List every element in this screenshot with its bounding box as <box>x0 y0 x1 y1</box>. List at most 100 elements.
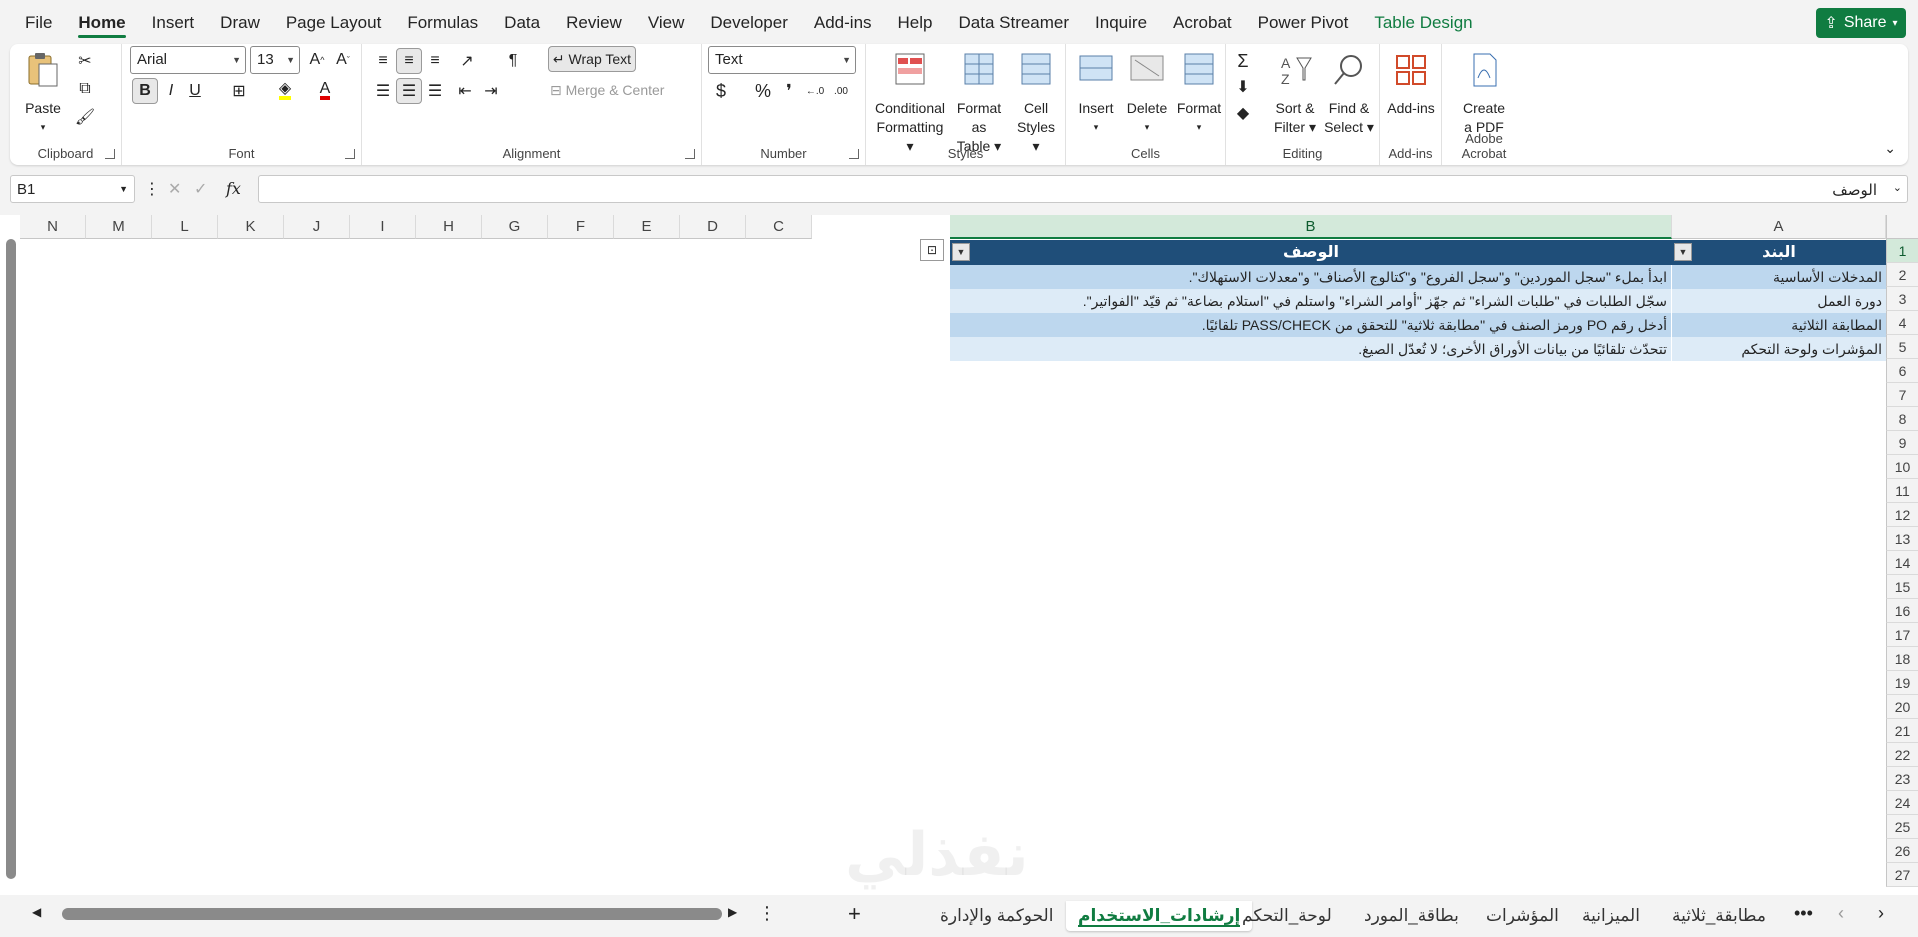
sheet-tab[interactable]: لوحة_التحكم <box>1230 901 1344 931</box>
row-header-21[interactable]: 21 <box>1886 719 1918 743</box>
menu-tab-acrobat[interactable]: Acrobat <box>1160 0 1245 44</box>
column-header-f[interactable]: F <box>548 215 614 239</box>
row-header-4[interactable]: 4 <box>1886 311 1918 335</box>
row-header-7[interactable]: 7 <box>1886 383 1918 407</box>
row-header-20[interactable]: 20 <box>1886 695 1918 719</box>
menu-tab-formulas[interactable]: Formulas <box>394 0 491 44</box>
more-sheets-icon[interactable]: ••• <box>1794 903 1813 924</box>
paste-button[interactable]: Paste ▾ <box>18 50 68 137</box>
column-header-a[interactable]: A <box>1672 215 1886 239</box>
menu-tab-table-design[interactable]: Table Design <box>1361 0 1485 44</box>
column-header-e[interactable]: E <box>614 215 680 239</box>
align-bottom-icon[interactable]: ≡ <box>422 48 448 74</box>
row-header-5[interactable]: 5 <box>1886 335 1918 359</box>
table-header-description[interactable]: الوصف ▼ <box>950 240 1672 265</box>
cancel-icon[interactable]: ✕ <box>168 179 181 199</box>
row-header-26[interactable]: 26 <box>1886 839 1918 863</box>
filter-dropdown-icon[interactable]: ▼ <box>952 243 970 261</box>
decrease-indent-icon[interactable]: ⇤ <box>452 78 478 104</box>
menu-tab-insert[interactable]: Insert <box>139 0 208 44</box>
table-cell-description[interactable]: تتحدّث تلقائيًا من بيانات الأوراق الأخرى… <box>950 337 1672 361</box>
underline-button[interactable]: U <box>182 78 208 104</box>
chevron-right-icon[interactable]: › <box>1878 903 1884 924</box>
text-direction-icon[interactable]: ¶ <box>500 48 526 74</box>
sheet-tab[interactable]: الميزانية <box>1570 901 1652 931</box>
font-launcher-icon[interactable] <box>345 149 355 159</box>
merge-center-button[interactable]: ⊟ Merge & Center <box>550 82 664 99</box>
more-icon[interactable]: ⋮ <box>758 903 776 924</box>
row-header-25[interactable]: 25 <box>1886 815 1918 839</box>
clipboard-launcher-icon[interactable] <box>105 149 115 159</box>
fill-icon[interactable]: ⬇ <box>1230 74 1256 100</box>
menu-tab-page-layout[interactable]: Page Layout <box>273 0 394 44</box>
increase-indent-icon[interactable]: ⇥ <box>478 78 504 104</box>
column-header-g[interactable]: G <box>482 215 548 239</box>
scroll-left-icon[interactable]: ◀ <box>32 905 41 919</box>
align-left-icon[interactable]: ☰ <box>370 78 396 104</box>
cut-icon[interactable]: ✂ <box>72 48 98 74</box>
sheet-tab[interactable]: المؤشرات <box>1474 901 1571 931</box>
row-header-27[interactable]: 27 <box>1886 863 1918 887</box>
row-header-24[interactable]: 24 <box>1886 791 1918 815</box>
align-center-icon[interactable]: ☰ <box>396 78 422 104</box>
clear-icon[interactable]: ◆ <box>1230 100 1256 126</box>
row-header-16[interactable]: 16 <box>1886 599 1918 623</box>
alignment-launcher-icon[interactable] <box>685 149 695 159</box>
row-header-13[interactable]: 13 <box>1886 527 1918 551</box>
conditional-formatting-button[interactable]: Conditional Formatting ▾ <box>874 50 946 156</box>
currency-button[interactable]: $ <box>708 78 734 104</box>
vertical-scrollbar[interactable] <box>6 239 16 879</box>
menu-tab-power-pivot[interactable]: Power Pivot <box>1245 0 1362 44</box>
column-header-m[interactable]: M <box>86 215 152 239</box>
table-cell-description[interactable]: سجّل الطلبات في "طلبات الشراء" ثم جهّز "… <box>950 289 1672 313</box>
align-top-icon[interactable]: ≡ <box>370 48 396 74</box>
table-header-item[interactable]: البند ▼ <box>1672 240 1886 265</box>
row-header-17[interactable]: 17 <box>1886 623 1918 647</box>
increase-font-icon[interactable]: A ^ <box>304 47 330 73</box>
bold-button[interactable]: B <box>132 78 158 104</box>
menu-tab-draw[interactable]: Draw <box>207 0 273 44</box>
sheet-tab[interactable]: إرشادات_الاستخدام <box>1066 901 1253 931</box>
menu-tab-data-streamer[interactable]: Data Streamer <box>946 0 1083 44</box>
orientation-icon[interactable]: ↗ <box>454 48 480 74</box>
italic-button[interactable]: I <box>158 78 184 104</box>
column-header-i[interactable]: I <box>350 215 416 239</box>
cell-styles-button[interactable]: Cell Styles ▾ <box>1012 50 1060 156</box>
column-header-h[interactable]: H <box>416 215 482 239</box>
row-header-14[interactable]: 14 <box>1886 551 1918 575</box>
table-cell-description[interactable]: أدخل رقم PO ورمز الصنف في "مطابقة ثلاثية… <box>950 313 1672 337</box>
sort-filter-button[interactable]: AZ Sort & Filter ▾ <box>1270 50 1320 137</box>
addins-button[interactable]: Add-ins <box>1384 50 1438 118</box>
chevron-left-icon[interactable]: ‹ <box>1838 903 1844 924</box>
insert-function-icon[interactable]: fx <box>226 179 241 198</box>
font-name-select[interactable]: Arial ▼ <box>130 46 246 74</box>
number-launcher-icon[interactable] <box>849 149 859 159</box>
increase-decimal-icon[interactable]: ←.0 <box>802 78 828 104</box>
menu-tab-developer[interactable]: Developer <box>697 0 801 44</box>
row-header-9[interactable]: 9 <box>1886 431 1918 455</box>
more-icon[interactable]: ⋮ <box>144 179 160 199</box>
expand-formula-icon[interactable]: ⌄ <box>1893 181 1902 194</box>
menu-tab-file[interactable]: File <box>12 0 65 44</box>
horizontal-scrollbar[interactable] <box>62 908 722 920</box>
table-cell-item[interactable]: المطابقة الثلاثية <box>1672 313 1886 337</box>
column-header-d[interactable]: D <box>680 215 746 239</box>
row-header-19[interactable]: 19 <box>1886 671 1918 695</box>
row-header-8[interactable]: 8 <box>1886 407 1918 431</box>
row-header-1[interactable]: 1 <box>1886 239 1918 263</box>
collapse-ribbon-icon[interactable]: ⌄ <box>1884 140 1896 157</box>
column-header-c[interactable]: C <box>746 215 812 239</box>
fill-color-icon[interactable]: ◈ <box>272 78 298 104</box>
row-header-15[interactable]: 15 <box>1886 575 1918 599</box>
row-header-22[interactable]: 22 <box>1886 743 1918 767</box>
font-color-icon[interactable]: A <box>312 78 338 104</box>
row-header-6[interactable]: 6 <box>1886 359 1918 383</box>
quick-analysis-icon[interactable]: ⊡ <box>920 239 944 261</box>
formula-input[interactable]: الوصف <box>258 175 1908 203</box>
insert-cells-button[interactable]: Insert ▾ <box>1072 50 1120 137</box>
menu-tab-add-ins[interactable]: Add-ins <box>801 0 885 44</box>
row-header-10[interactable]: 10 <box>1886 455 1918 479</box>
add-sheet-icon[interactable]: + <box>848 901 861 927</box>
select-all-corner[interactable] <box>1886 215 1918 239</box>
decrease-decimal-icon[interactable]: .00 <box>828 78 854 104</box>
